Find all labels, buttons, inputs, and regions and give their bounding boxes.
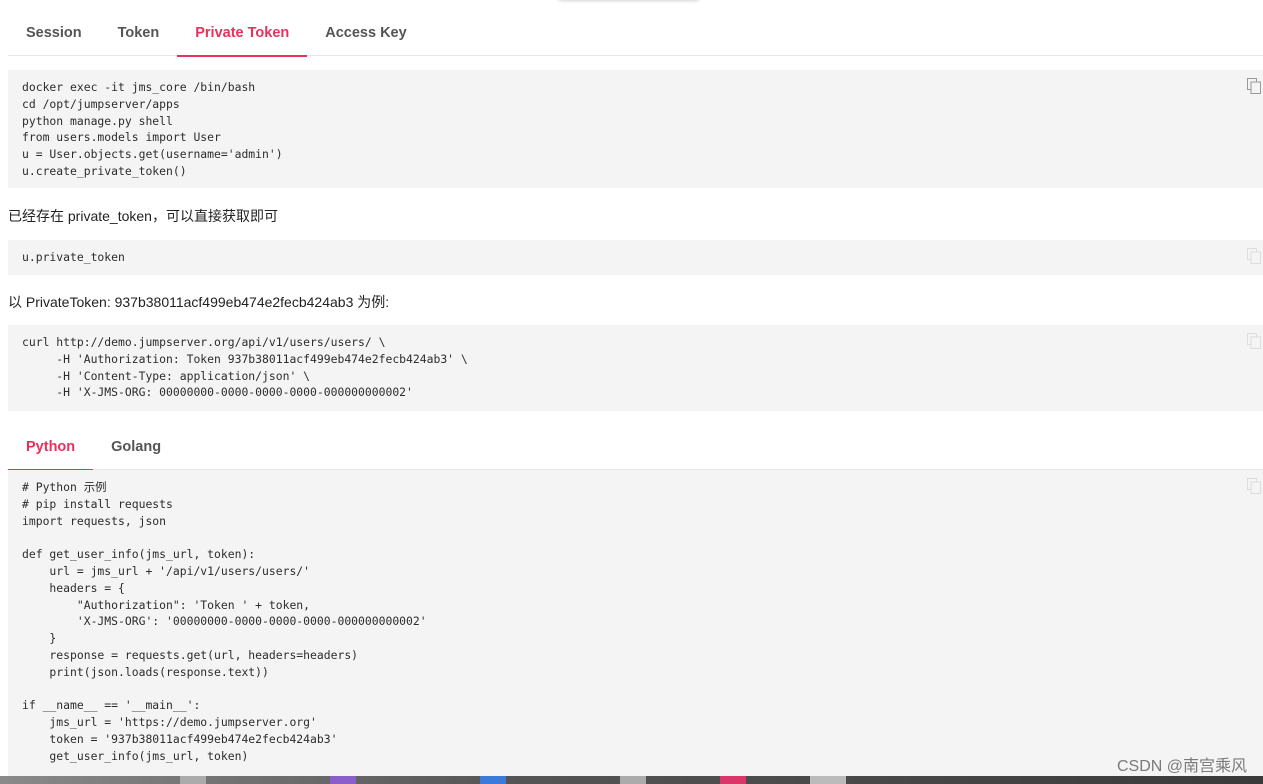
os-taskbar	[0, 776, 1263, 784]
code-line: docker exec -it jms_core /bin/bash	[22, 80, 256, 94]
code-line: python manage.py shell	[22, 113, 173, 128]
code-line: u.private_token	[22, 250, 125, 264]
code-line: response = requests.get(url, headers=hea…	[22, 647, 359, 662]
code-line: cd /opt/jumpserver/apps	[22, 96, 180, 111]
code-line: curl http://demo.jumpserver.org/api/v1/u…	[22, 335, 386, 349]
code-line: "Authorization": 'Token ' + token,	[22, 597, 311, 612]
tab-python[interactable]: Python	[8, 422, 94, 471]
note-existing-token: 已经存在 private_token，可以直接获取即可	[8, 208, 278, 224]
code-block-curl: curl http://demo.jumpserver.org/api/v1/u…	[8, 325, 1263, 411]
code-line: }	[22, 631, 57, 646]
code-line: -H 'X-JMS-ORG: 00000000-0000-0000-0000-0…	[22, 385, 413, 400]
copy-icon[interactable]	[1247, 248, 1261, 264]
code-line: -H 'Authorization: Token 937b38011acf499…	[22, 351, 468, 366]
code-line: if __name__ == '__main__':	[22, 698, 201, 713]
watermark: CSDN @南宫乘风	[1116, 758, 1247, 775]
code-line: # pip install requests	[22, 496, 173, 511]
note-example-token: 以 PrivateToken: 937b38011acf499eb474e2fe…	[8, 294, 390, 310]
code-text: # Python 示例 # pip install requests impor…	[8, 470, 1263, 774]
auth-method-tabs: Session Token Private Token Access Key	[8, 8, 1263, 57]
code-line: url = jms_url + '/api/v1/users/users/'	[22, 563, 311, 578]
code-line: u = User.objects.get(username='admin')	[22, 147, 283, 162]
code-line: # Python 示例	[22, 480, 107, 494]
code-line: jms_url = 'https://demo.jumpserver.org'	[22, 715, 317, 730]
tab-access-key[interactable]: Access Key	[307, 8, 424, 56]
code-line: 'X-JMS-ORG': '00000000-0000-0000-0000-00…	[22, 614, 427, 629]
code-line: import requests, json	[22, 513, 167, 528]
copy-icon[interactable]	[1247, 478, 1261, 494]
tab-session[interactable]: Session	[8, 8, 100, 56]
copy-icon[interactable]	[1247, 78, 1261, 94]
language-tabs: Python Golang	[8, 422, 1263, 471]
tab-private-token[interactable]: Private Token	[177, 8, 308, 57]
code-block-get-token: u.private_token	[8, 240, 1263, 275]
code-text: curl http://demo.jumpserver.org/api/v1/u…	[8, 325, 1263, 410]
code-line: def get_user_info(jms_url, token):	[22, 547, 256, 562]
code-text: docker exec -it jms_core /bin/bash cd /o…	[8, 70, 1263, 189]
code-line: -H 'Content-Type: application/json' \	[22, 368, 311, 383]
code-line: u.create_private_token()	[22, 163, 187, 178]
code-line: headers = {	[22, 580, 125, 595]
code-line: get_user_info(jms_url, token)	[22, 748, 249, 763]
code-line: from users.models import User	[22, 130, 221, 145]
code-line: token = '937b38011acf499eb474e2fecb424ab…	[22, 731, 338, 746]
tab-token[interactable]: Token	[100, 8, 178, 56]
code-line: print(json.loads(response.text))	[22, 664, 269, 679]
code-text: u.private_token	[8, 240, 1263, 275]
tab-golang[interactable]: Golang	[93, 422, 179, 470]
code-block-python: # Python 示例 # pip install requests impor…	[8, 470, 1263, 776]
code-block-create-token: docker exec -it jms_core /bin/bash cd /o…	[8, 70, 1263, 188]
copy-icon[interactable]	[1247, 333, 1261, 349]
